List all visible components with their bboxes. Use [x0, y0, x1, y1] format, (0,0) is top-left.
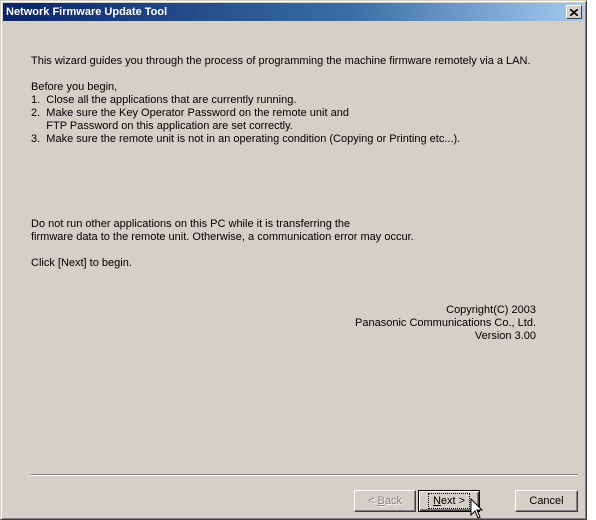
- company-name: Panasonic Communications Co., Ltd.: [355, 317, 536, 329]
- step-2: 2. Make sure the Key Operator Password o…: [31, 107, 349, 119]
- mouse-pointer-icon: [470, 498, 484, 519]
- click-next-text: Click [Next] to begin.: [31, 257, 132, 269]
- back-button-rest: ack: [384, 495, 402, 507]
- window-title: Network Firmware Update Tool: [6, 6, 168, 18]
- next-button-accel: N: [432, 495, 441, 507]
- warning-text-line2: firmware data to the remote unit. Otherw…: [31, 231, 414, 243]
- next-button-rest: ext >: [440, 495, 466, 507]
- close-button[interactable]: [566, 5, 582, 19]
- close-icon: [570, 8, 578, 16]
- step-3: 3. Make sure the remote unit is not in a…: [31, 133, 461, 145]
- back-button[interactable]: < Back: [354, 490, 416, 512]
- next-button-focus: Next >: [427, 493, 471, 509]
- step-2-continued: FTP Password on this application are set…: [31, 120, 293, 132]
- button-divider: [31, 474, 578, 476]
- cancel-button[interactable]: Cancel: [515, 490, 578, 512]
- before-you-begin-text: Before you begin,: [31, 81, 118, 93]
- back-button-accel: B: [377, 495, 385, 507]
- steps-list: 1. Close all the applications that are c…: [31, 94, 460, 146]
- version-text: Version 3.00: [474, 330, 536, 342]
- copyright-block: Copyright(C) 2003 Panasonic Communicatio…: [355, 304, 536, 343]
- back-button-prefix: <: [368, 495, 378, 507]
- step-1: 1. Close all the applications that are c…: [31, 94, 297, 106]
- title-bar[interactable]: Network Firmware Update Tool: [3, 3, 584, 21]
- warning-text-line1: Do not run other applications on this PC…: [31, 218, 351, 230]
- copyright-line: Copyright(C) 2003: [446, 304, 536, 316]
- intro-text: This wizard guides you through the proce…: [31, 55, 531, 67]
- wizard-window: Network Firmware Update Tool This wizard…: [0, 0, 587, 520]
